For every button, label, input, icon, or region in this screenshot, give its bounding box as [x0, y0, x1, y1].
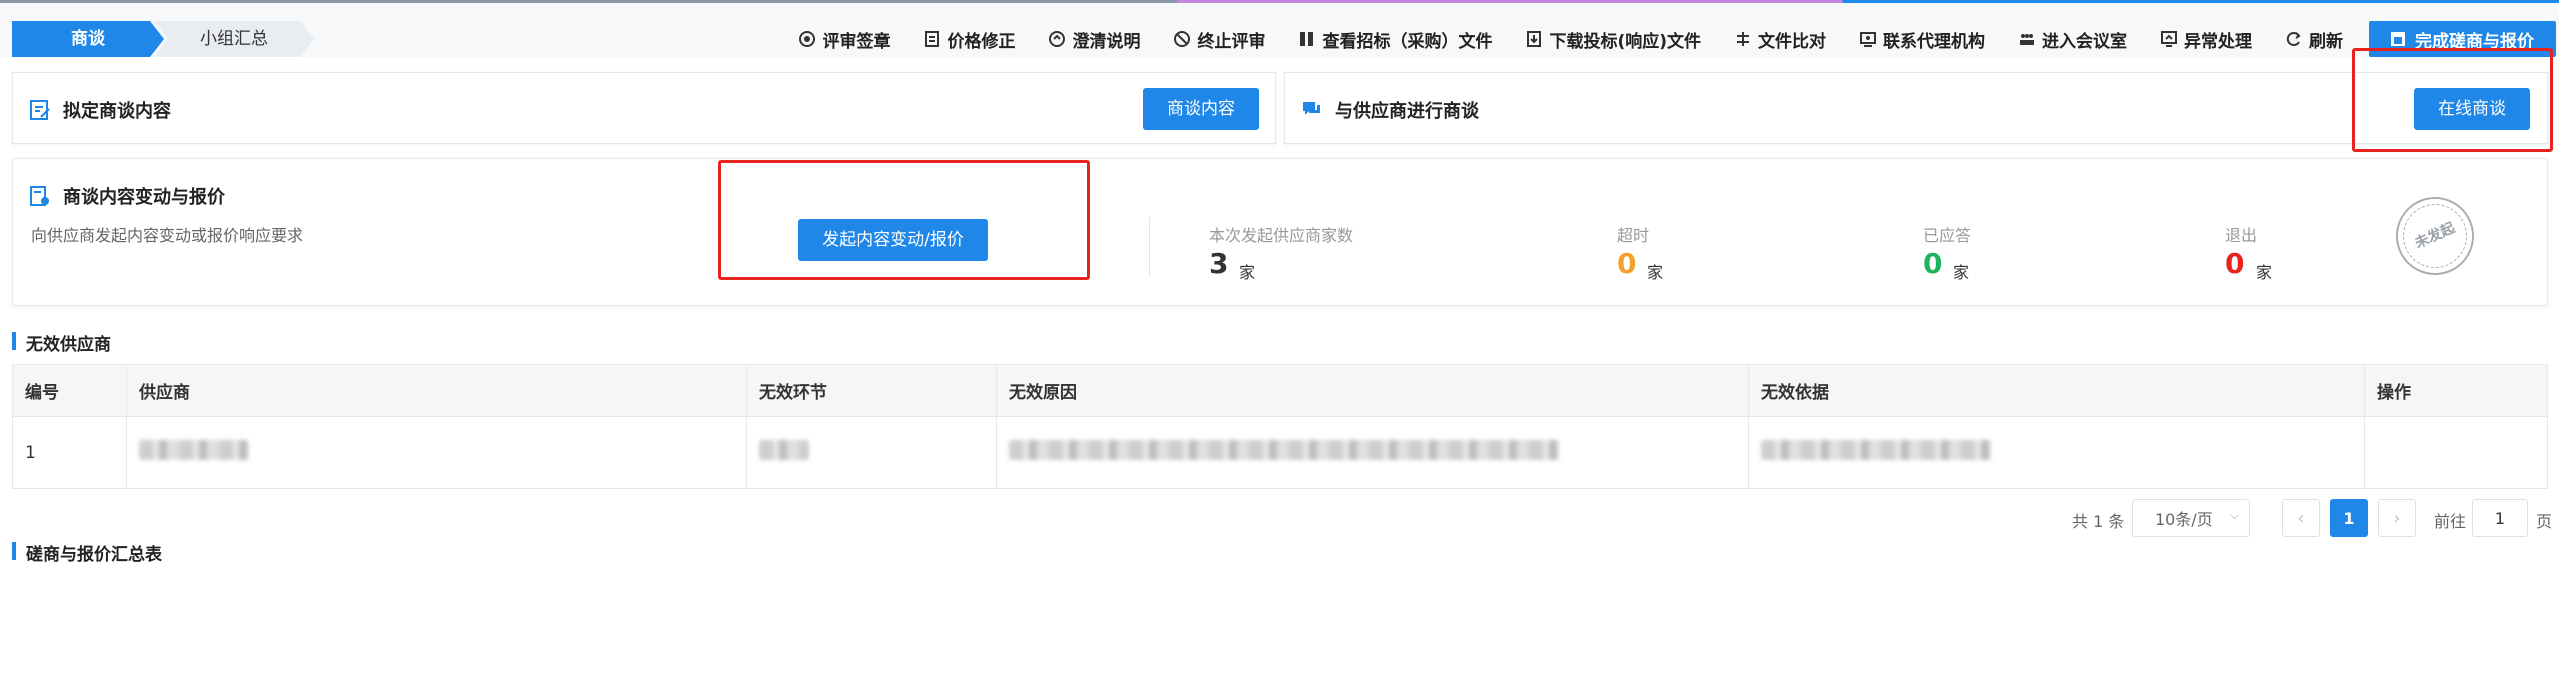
- step-negotiation[interactable]: 商谈: [12, 21, 164, 57]
- toolbar-label: 澄清说明: [1072, 31, 1141, 52]
- negotiation-content-button[interactable]: 商谈内容: [1143, 88, 1259, 130]
- invalid-suppliers-table: 编号 供应商 无效环节 无效原因 无效依据 操作 1: [12, 364, 2548, 489]
- invalid-suppliers-title: 无效供应商: [12, 330, 111, 355]
- toolbar: 商谈 小组汇总 评审签章 价格修正 澄清说明 终止评审 查看招标（采购）文件 下…: [0, 3, 2559, 57]
- toolbar-contact-agent[interactable]: 联系代理机构: [1859, 27, 1985, 52]
- not-initiated-stamp: 未发起: [2383, 184, 2487, 288]
- toolbar-terminate-review[interactable]: 终止评审: [1173, 27, 1265, 52]
- initiate-change-quote-button[interactable]: 发起内容变动/报价: [798, 219, 988, 261]
- cell-stage-redacted: [746, 416, 997, 489]
- page-size-select[interactable]: 10条/页 ⌵: [2132, 499, 2250, 537]
- summary-table-title: 磋商与报价汇总表: [12, 540, 162, 565]
- finish-label: 完成磋商与报价: [2415, 31, 2534, 52]
- toolbar-exception-handling[interactable]: 异常处理: [2160, 27, 2252, 52]
- exception-icon: [2160, 30, 2178, 48]
- stat-value-initiated: 3: [1209, 247, 1229, 280]
- stat-label-timeout: 超时: [1617, 226, 1650, 245]
- online-negotiation-button[interactable]: 在线商谈: [2414, 88, 2530, 130]
- price-edit-icon: [923, 30, 941, 48]
- change-card-title: 商谈内容变动与报价: [29, 183, 225, 209]
- toolbar-label: 终止评审: [1197, 31, 1266, 52]
- bid-file-icon: [1298, 30, 1316, 48]
- col-header-invalid-reason: 无效原因: [996, 364, 1749, 417]
- online-card-title: 与供应商进行商谈: [1301, 97, 1479, 123]
- edit-document-icon: [29, 99, 51, 121]
- toolbar-refresh[interactable]: 刷新: [2285, 27, 2343, 52]
- draft-content-card: 拟定商谈内容 商谈内容: [12, 72, 1276, 144]
- stat-label-initiated: 本次发起供应商家数: [1209, 226, 1354, 245]
- col-header-no: 编号: [12, 364, 127, 417]
- toolbar-label: 评审签章: [822, 31, 891, 52]
- toolbar-review-seal[interactable]: 评审签章: [798, 27, 890, 52]
- toolbar-label: 文件比对: [1758, 31, 1826, 52]
- stats-divider: [1149, 217, 1150, 277]
- stat-unit-timeout: 家: [1647, 263, 1664, 282]
- pagination: 共 1 条 10条/页 ⌵ ‹ 1 › 前往 1 页: [2064, 499, 2556, 537]
- page-number-current[interactable]: 1: [2330, 499, 2368, 537]
- page-size-value: 10条/页: [2155, 510, 2213, 529]
- seal-icon: [798, 30, 816, 48]
- toolbar-view-bid-file[interactable]: 查看招标（采购）文件: [1298, 27, 1492, 52]
- toolbar-label: 刷新: [2309, 31, 2343, 52]
- toolbar-download-response[interactable]: 下载投标(响应)文件: [1525, 27, 1701, 52]
- next-page-button[interactable]: ›: [2378, 499, 2416, 537]
- online-negotiation-card: 与供应商进行商谈 在线商谈: [1284, 72, 2548, 144]
- chevron-down-icon: ⌵: [2229, 508, 2239, 522]
- toolbar-label: 异常处理: [2184, 31, 2252, 52]
- cell-supplier-redacted: [126, 416, 747, 489]
- toolbar-file-compare[interactable]: 文件比对: [1734, 27, 1826, 52]
- agent-icon: [1859, 30, 1877, 48]
- toolbar-label: 下载投标(响应)文件: [1549, 31, 1701, 52]
- stat-value-quit: 0: [2225, 247, 2245, 280]
- prev-page-button[interactable]: ‹: [2282, 499, 2320, 537]
- toolbar-price-correction[interactable]: 价格修正: [923, 27, 1015, 52]
- draft-card-title: 拟定商谈内容: [29, 97, 171, 123]
- step-group-summary[interactable]: 小组汇总: [154, 21, 314, 57]
- cell-reason-redacted: [996, 416, 1749, 489]
- goto-prefix: 前往: [2434, 512, 2467, 531]
- stat-label-answered: 已应答: [1923, 226, 1972, 245]
- stat-unit-quit: 家: [2256, 263, 2273, 282]
- online-card-title-text: 与供应商进行商谈: [1335, 101, 1479, 122]
- toolbar-label: 查看招标（采购）文件: [1322, 31, 1493, 52]
- meeting-icon: [2018, 30, 2036, 48]
- cell-actions: [2364, 416, 2548, 489]
- download-icon: [1525, 30, 1543, 48]
- toolbar-enter-meeting[interactable]: 进入会议室: [2018, 27, 2127, 52]
- stat-value-timeout: 0: [1617, 247, 1637, 280]
- toolbar-clarification[interactable]: 澄清说明: [1048, 27, 1140, 52]
- goto-page-input[interactable]: 1: [2472, 499, 2528, 537]
- stop-icon: [1173, 30, 1191, 48]
- draft-card-title-text: 拟定商谈内容: [63, 101, 171, 122]
- col-header-invalid-stage: 无效环节: [746, 364, 997, 417]
- chat-icon: [1301, 99, 1323, 121]
- content-change-card: 商谈内容变动与报价 向供应商发起内容变动或报价响应要求 发起内容变动/报价 本次…: [12, 158, 2548, 306]
- refresh-icon: [2285, 30, 2303, 48]
- toolbar-label: 进入会议室: [2042, 31, 2127, 52]
- cell-no: 1: [12, 416, 127, 489]
- pagination-total: 共 1 条: [2072, 512, 2125, 531]
- change-card-title-text: 商谈内容变动与报价: [63, 187, 225, 208]
- finish-icon: [2389, 30, 2407, 48]
- table-row: 1: [12, 416, 2548, 489]
- document-gear-icon: [29, 185, 51, 207]
- stat-unit-initiated: 家: [1239, 263, 1256, 282]
- finish-negotiation-button[interactable]: 完成磋商与报价: [2369, 21, 2556, 57]
- table-header-row: 编号 供应商 无效环节 无效原因 无效依据 操作: [12, 364, 2548, 417]
- stat-label-quit: 退出: [2225, 226, 2258, 245]
- goto-suffix: 页: [2536, 512, 2553, 531]
- change-card-description: 向供应商发起内容变动或报价响应要求: [31, 226, 304, 245]
- compare-icon: [1734, 30, 1752, 48]
- stat-value-answered: 0: [1923, 247, 1943, 280]
- col-header-supplier: 供应商: [126, 364, 747, 417]
- clarify-icon: [1048, 30, 1066, 48]
- col-header-invalid-basis: 无效依据: [1748, 364, 2365, 417]
- stat-unit-answered: 家: [1953, 263, 1970, 282]
- toolbar-label: 联系代理机构: [1883, 31, 1985, 52]
- toolbar-actions: 评审签章 价格修正 澄清说明 终止评审 查看招标（采购）文件 下载投标(响应)文…: [765, 21, 2556, 57]
- col-header-actions: 操作: [2364, 364, 2548, 417]
- toolbar-label: 价格修正: [947, 31, 1016, 52]
- cell-basis-redacted: [1748, 416, 2365, 489]
